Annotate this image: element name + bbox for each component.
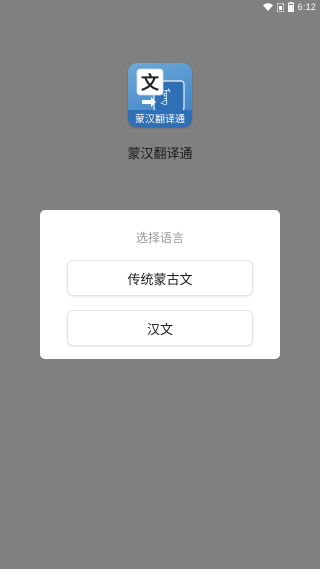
battery-icon — [287, 2, 294, 12]
language-select-dialog: 选择语言 传统蒙古文 汉文 — [40, 210, 280, 359]
option-traditional-mongolian-button[interactable]: 传统蒙古文 — [67, 260, 253, 296]
status-time: 6:12 — [297, 2, 316, 12]
status-bar: 6:12 — [0, 0, 320, 14]
wifi-icon — [262, 3, 273, 11]
app-name: 蒙汉翻译通 — [127, 147, 193, 162]
app-logo-icon: ᠮᠣᠩ 文 蒙汉翻译通 — [128, 63, 192, 127]
option-chinese-button[interactable]: 汉文 — [67, 310, 253, 346]
sim-icon — [276, 2, 284, 12]
dialog-title: 选择语言 — [135, 231, 184, 245]
svg-text:蒙汉翻译通: 蒙汉翻译通 — [135, 113, 185, 126]
svg-text:文: 文 — [141, 72, 160, 94]
